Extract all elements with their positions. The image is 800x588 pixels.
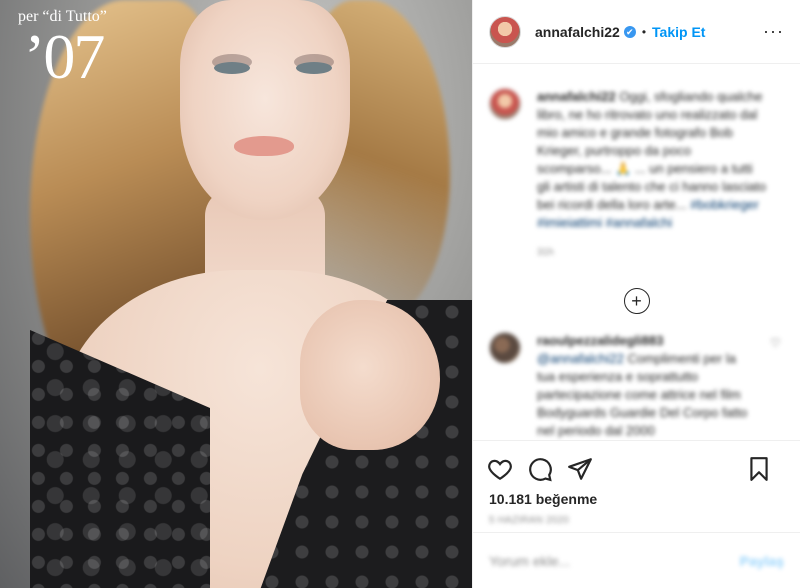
post-image[interactable]: per “di Tutto” ’07 <box>0 0 472 588</box>
comment-mention[interactable]: @annafalchi22 <box>537 351 624 366</box>
comment-button[interactable] <box>527 453 567 485</box>
caption-username[interactable]: annafalchi22 <box>537 89 616 104</box>
lips <box>234 136 294 156</box>
caption-body: annafalchi22 Oggi, sfogliando qualche li… <box>537 88 767 262</box>
caption-time: 31h <box>537 247 554 258</box>
actions-bar: 10.181 beğenme 5 Haziran 2020 <box>473 440 800 532</box>
like-button[interactable] <box>487 453 527 485</box>
save-button[interactable] <box>746 453 786 485</box>
caption-text: Oggi, sfogliando qualche libro, ne ho ri… <box>537 89 767 212</box>
separator-dot: • <box>641 24 647 39</box>
comment-body: raoulpezzalidegli883 @annafalchi22 Compl… <box>537 332 757 440</box>
face <box>180 0 350 220</box>
comment-like-heart-icon[interactable]: ♡ <box>770 336 782 350</box>
add-comment-bar: Paylaş <box>473 532 800 588</box>
commenter-avatar[interactable] <box>489 332 521 364</box>
right-eye <box>296 62 332 74</box>
share-button[interactable] <box>567 453 607 485</box>
follow-button[interactable]: Takip Et <box>652 24 705 40</box>
likes-count[interactable]: 10.181 beğenme <box>487 491 786 507</box>
magazine-year: ’07 <box>24 21 105 92</box>
comment-icon <box>529 458 552 482</box>
verified-badge-icon: ✔ <box>623 25 636 38</box>
more-options-icon[interactable]: ··· <box>763 21 784 42</box>
action-icons <box>487 449 786 489</box>
comment-item: raoulpezzalidegli883 @annafalchi22 Compl… <box>473 314 800 440</box>
share-icon <box>568 458 592 480</box>
commenter-username[interactable]: raoulpezzalidegli883 <box>537 333 663 348</box>
heart-icon <box>488 459 512 481</box>
post-header: annafalchi22 ✔ • Takip Et ··· <box>473 0 800 64</box>
bookmark-icon <box>750 457 768 481</box>
comment-input[interactable] <box>489 552 740 569</box>
left-eye <box>214 62 250 74</box>
post-date: 5 Haziran 2020 <box>489 515 570 526</box>
load-more-comments[interactable]: + <box>473 288 800 314</box>
post-comment-button[interactable]: Paylaş <box>740 553 784 569</box>
caption-avatar[interactable] <box>489 88 521 120</box>
plus-circle-icon[interactable]: + <box>623 288 650 314</box>
caption: annafalchi22 Oggi, sfogliando qualche li… <box>473 64 800 262</box>
author-username[interactable]: annafalchi22 <box>535 24 620 40</box>
comments-section[interactable]: annafalchi22 Oggi, sfogliando qualche li… <box>473 64 800 440</box>
post-container: per “di Tutto” ’07 annafalchi22 ✔ • Taki… <box>0 0 800 588</box>
author-avatar[interactable] <box>489 15 521 48</box>
side-panel: annafalchi22 ✔ • Takip Et ··· annafalchi… <box>472 0 800 588</box>
